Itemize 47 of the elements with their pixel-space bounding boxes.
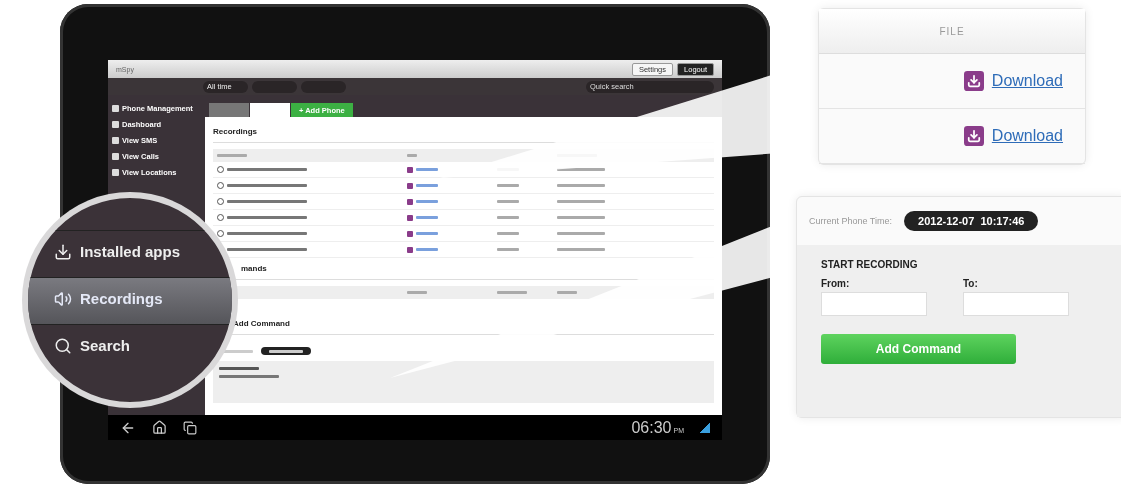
blurred-text [557,168,605,171]
download-icon[interactable] [407,198,413,205]
blurred-text [557,200,605,203]
blurred-text [557,216,605,219]
blurred-text [416,184,438,187]
menu-item[interactable]: Installed apps [54,242,181,261]
menu-row[interactable]: Search [28,323,232,371]
panel-title: START RECORDING [821,259,919,270]
blurred-text [497,248,519,251]
menu-item[interactable]: Search [54,336,131,355]
blurred-text [416,200,438,203]
blurred-text [416,232,438,235]
blurred-text [497,216,519,219]
download-icon [963,71,984,91]
download-link[interactable]: Download [991,127,1063,145]
download-icon[interactable] [407,182,413,189]
input-field[interactable] [821,292,927,316]
download-link[interactable]: Download [991,72,1063,90]
blurred-text [416,216,438,219]
blurred-text [557,232,605,235]
download-icon [963,126,984,146]
time-pill [261,347,311,355]
field-label: From: [821,278,851,289]
blurred-text [497,232,519,235]
column-header: FILE [939,25,965,37]
menu-row[interactable]: Installed apps [28,229,232,277]
blurred-text [557,184,605,187]
home-icon[interactable] [152,420,167,435]
menu-row[interactable]: Recordings [28,276,232,324]
blurred-text [416,248,438,251]
blurred-text [497,200,519,203]
download-icon[interactable] [407,230,413,237]
blurred-text [497,184,519,187]
recent-apps-icon[interactable] [183,420,197,435]
phone-time: 2012-12-07 10:17:46 [904,211,1039,231]
download-icon[interactable] [407,246,413,253]
time-label: Current Phone Time: [809,216,893,226]
menu-icon [54,242,72,261]
blurred-text [557,248,605,251]
download-icon[interactable] [407,166,413,173]
input-field[interactable] [963,292,1069,316]
menu-item[interactable]: Recordings [54,289,163,308]
field-label: To: [963,278,979,289]
blurred-text [416,168,438,171]
menu-icon [54,289,72,308]
menu-icon [54,336,72,355]
download-icon[interactable] [407,214,413,221]
